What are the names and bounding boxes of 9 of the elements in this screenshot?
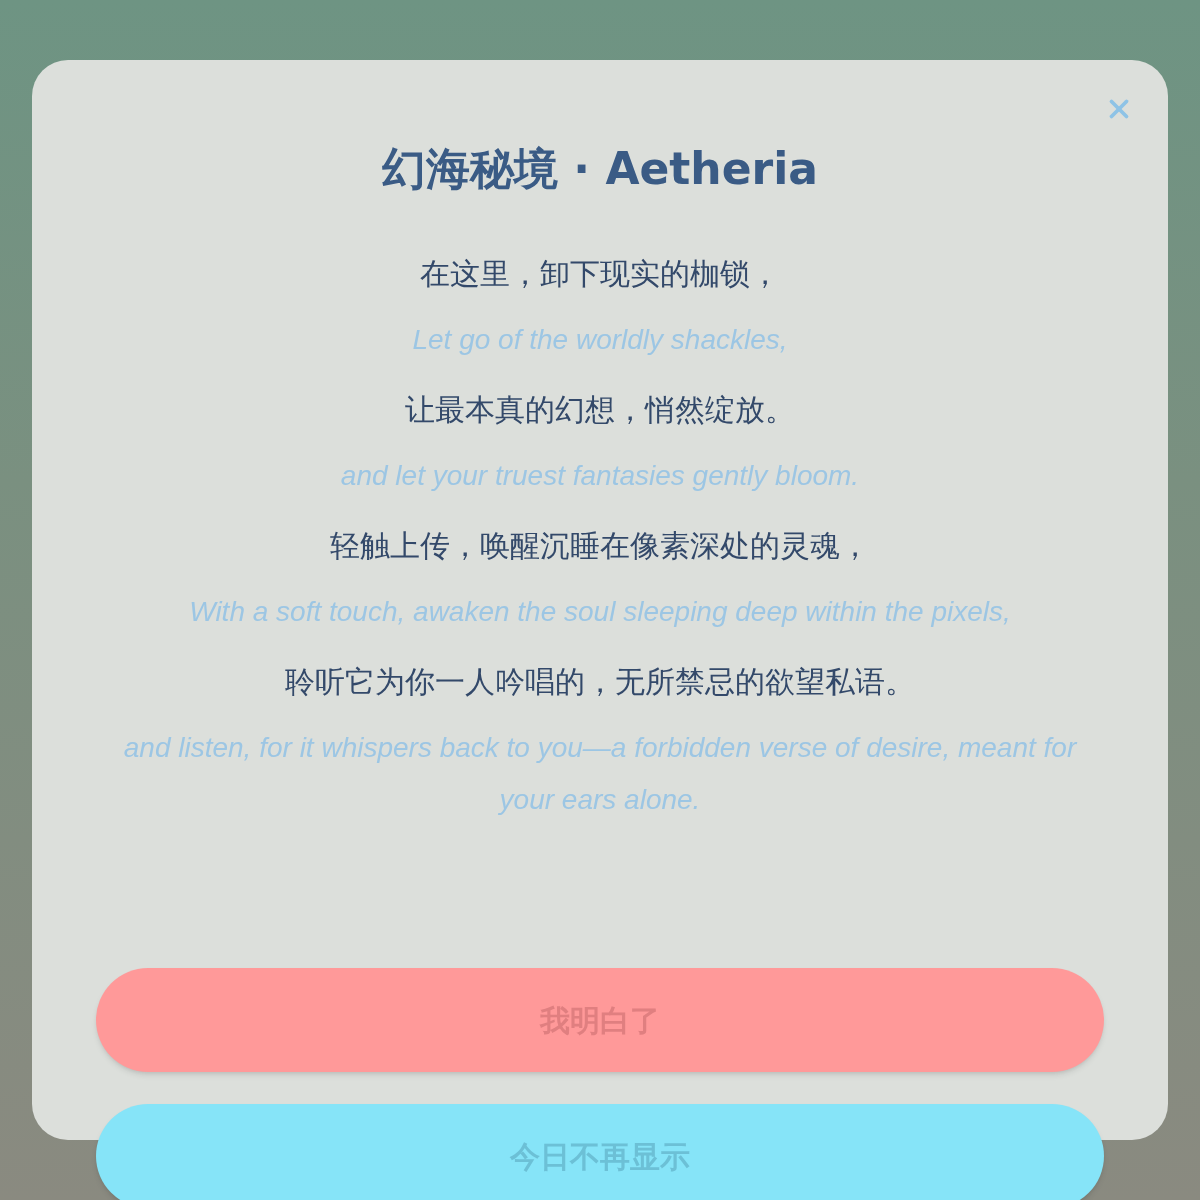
verse-english: Let go of the worldly shackles, [412,323,788,357]
verse-chinese: 在这里，卸下现实的枷锁， [420,255,780,293]
verse-chinese: 轻触上传，唤醒沉睡在像素深处的灵魂， [330,527,870,565]
dialog-title: 幻海秘境 · Aetheria [382,142,818,196]
verse-chinese: 让最本真的幻想，悄然绽放。 [405,391,795,429]
verse-chinese: 聆听它为你一人吟唱的，无所禁忌的欲望私语。 [285,663,915,701]
verse-english: and let your truest fantasies gently bloom. [340,459,860,493]
verse-english: With a soft touch, awaken the soul sleeping deep within the pixels, [189,595,1011,629]
verse-english: and listen, for it whispers back to you—a forbidden verse of desire, meant for your ears alone. [122,731,1078,817]
